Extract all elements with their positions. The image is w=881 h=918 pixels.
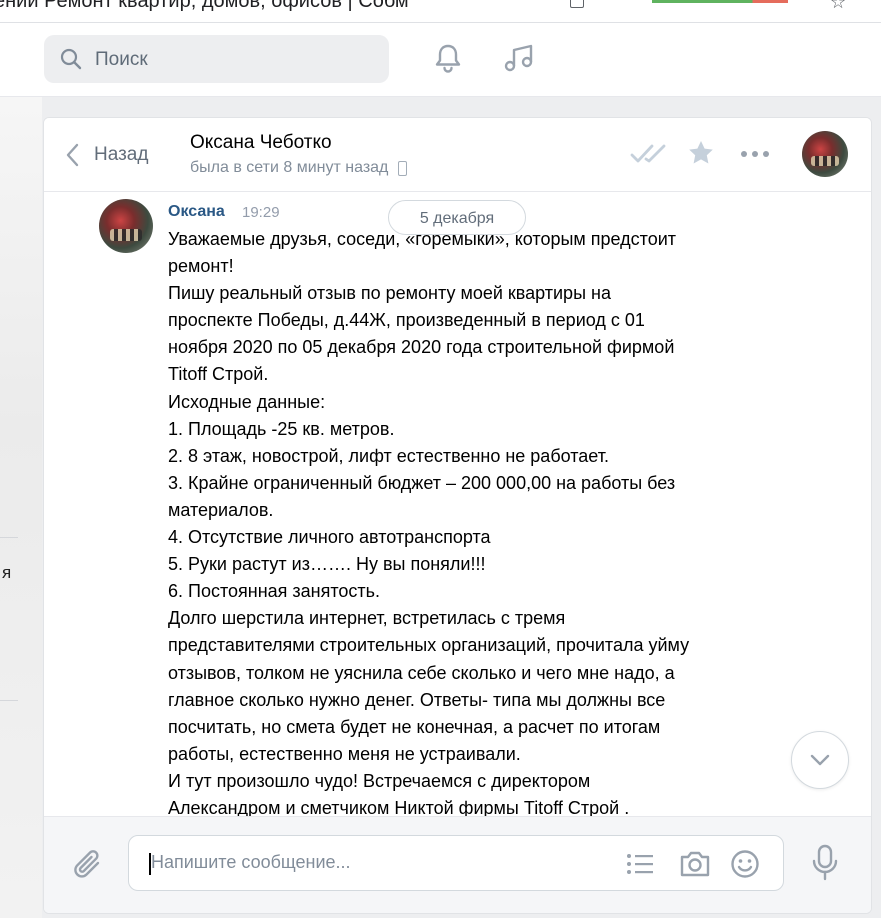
double-check-icon[interactable]	[630, 142, 668, 166]
message-line: Titoff Строй.	[168, 364, 269, 385]
message-list[interactable]: Оксана 19:29 Уважаемые друзья, соседи, «…	[44, 192, 871, 816]
author-avatar[interactable]	[99, 199, 153, 253]
message-line: 4. Отсутствие личного автотранспорта	[168, 527, 491, 548]
message-composer: Напишите сообщение...	[44, 816, 871, 913]
message-line: Пишу реальный отзыв по ремонту моей квар…	[168, 283, 611, 304]
peer-name[interactable]: Оксана Чеботко	[190, 132, 332, 154]
browser-tab-title[interactable]: ении Ремонт квартир, домов, офисов | Соб…	[0, 0, 409, 13]
microphone-icon[interactable]	[811, 844, 839, 882]
divider	[0, 537, 18, 538]
top-header: Поиск	[0, 23, 881, 97]
chevron-left-icon	[66, 143, 79, 167]
chevron-down-icon	[810, 754, 830, 766]
chat-window: Назад Оксана Чеботко была в сети 8 минут…	[43, 117, 872, 914]
message-line: главное сколько нужно денег. Ответы- тип…	[168, 689, 666, 710]
scroll-down-button[interactable]	[791, 731, 849, 789]
message-line: ремонт!	[168, 256, 234, 277]
bell-icon[interactable]	[431, 41, 465, 75]
peer-avatar[interactable]	[802, 131, 848, 177]
message-line: 3. Крайне ограниченный бюджет – 200 000,…	[168, 472, 676, 493]
message-input-placeholder: Напишите сообщение...	[151, 852, 351, 872]
music-icon[interactable]	[502, 41, 536, 75]
peer-status-text: была в сети 8 минут назад	[190, 159, 389, 176]
message-line: представителями строительных организаций…	[168, 635, 690, 656]
message-line: 2. 8 этаж, новострой, лифт естественно н…	[168, 445, 609, 466]
message-line: проспекте Победы, д.44Ж, произведенный в…	[168, 310, 645, 331]
message-line: работы, естественно меня не устраивали.	[168, 743, 521, 764]
search-icon	[60, 48, 82, 70]
message-text: Уважаемые друзья, соседи, «горемыки», ко…	[168, 226, 758, 816]
message-line: ноября 2020 по 05 декабря 2020 года стро…	[168, 337, 675, 358]
emoji-icon[interactable]	[730, 849, 760, 879]
message-line: Долго шерстила интернет, встретилась с т…	[168, 608, 566, 629]
message-input[interactable]: Напишите сообщение...	[128, 835, 784, 891]
browser-tab-strip: ении Ремонт квартир, домов, офисов | Соб…	[0, 0, 881, 23]
search-input[interactable]: Поиск	[44, 35, 389, 83]
star-icon[interactable]	[687, 139, 715, 167]
message-time[interactable]: 19:29	[242, 204, 280, 221]
message-author[interactable]: Оксана	[168, 203, 225, 221]
message-line: И тут произошло чудо! Встречаемся с дире…	[168, 770, 591, 791]
paperclip-icon[interactable]	[72, 847, 106, 883]
left-panel-text-fragment: я	[2, 563, 12, 582]
peer-status: была в сети 8 минут назад	[190, 159, 408, 177]
message-line: материалов.	[168, 499, 274, 520]
progress-bar	[652, 0, 788, 3]
more-options-icon[interactable]	[740, 150, 770, 158]
message-line: 6. Постоянная занятость.	[168, 581, 381, 602]
back-label: Назад	[94, 144, 149, 165]
template-list-icon[interactable]	[626, 853, 654, 875]
camera-icon[interactable]	[678, 849, 712, 879]
message-line: 1. Площадь -25 кв. метров.	[168, 418, 395, 439]
back-button[interactable]: Назад	[64, 138, 148, 172]
message-line: посчитать, но смета будет не конечная, а…	[168, 716, 661, 737]
message-line: отзывов, толком не уяснила себе сколько …	[168, 662, 675, 683]
lock-icon	[570, 0, 584, 8]
divider	[0, 700, 18, 701]
date-separator: 5 декабря	[388, 200, 526, 235]
mobile-phone-icon	[398, 160, 408, 176]
message-line: Исходные данные:	[168, 391, 326, 412]
chat-header: Назад Оксана Чеботко была в сети 8 минут…	[44, 118, 871, 192]
search-placeholder: Поиск	[95, 49, 148, 70]
bookmark-star-icon[interactable]: ☆	[830, 0, 846, 13]
message-line: Александром и сметчиком Никтой фирмы Tit…	[168, 797, 630, 816]
message-line: 5. Руки растут из……. Ну вы поняли!!!	[168, 554, 486, 575]
left-sidebar-background	[0, 97, 42, 918]
